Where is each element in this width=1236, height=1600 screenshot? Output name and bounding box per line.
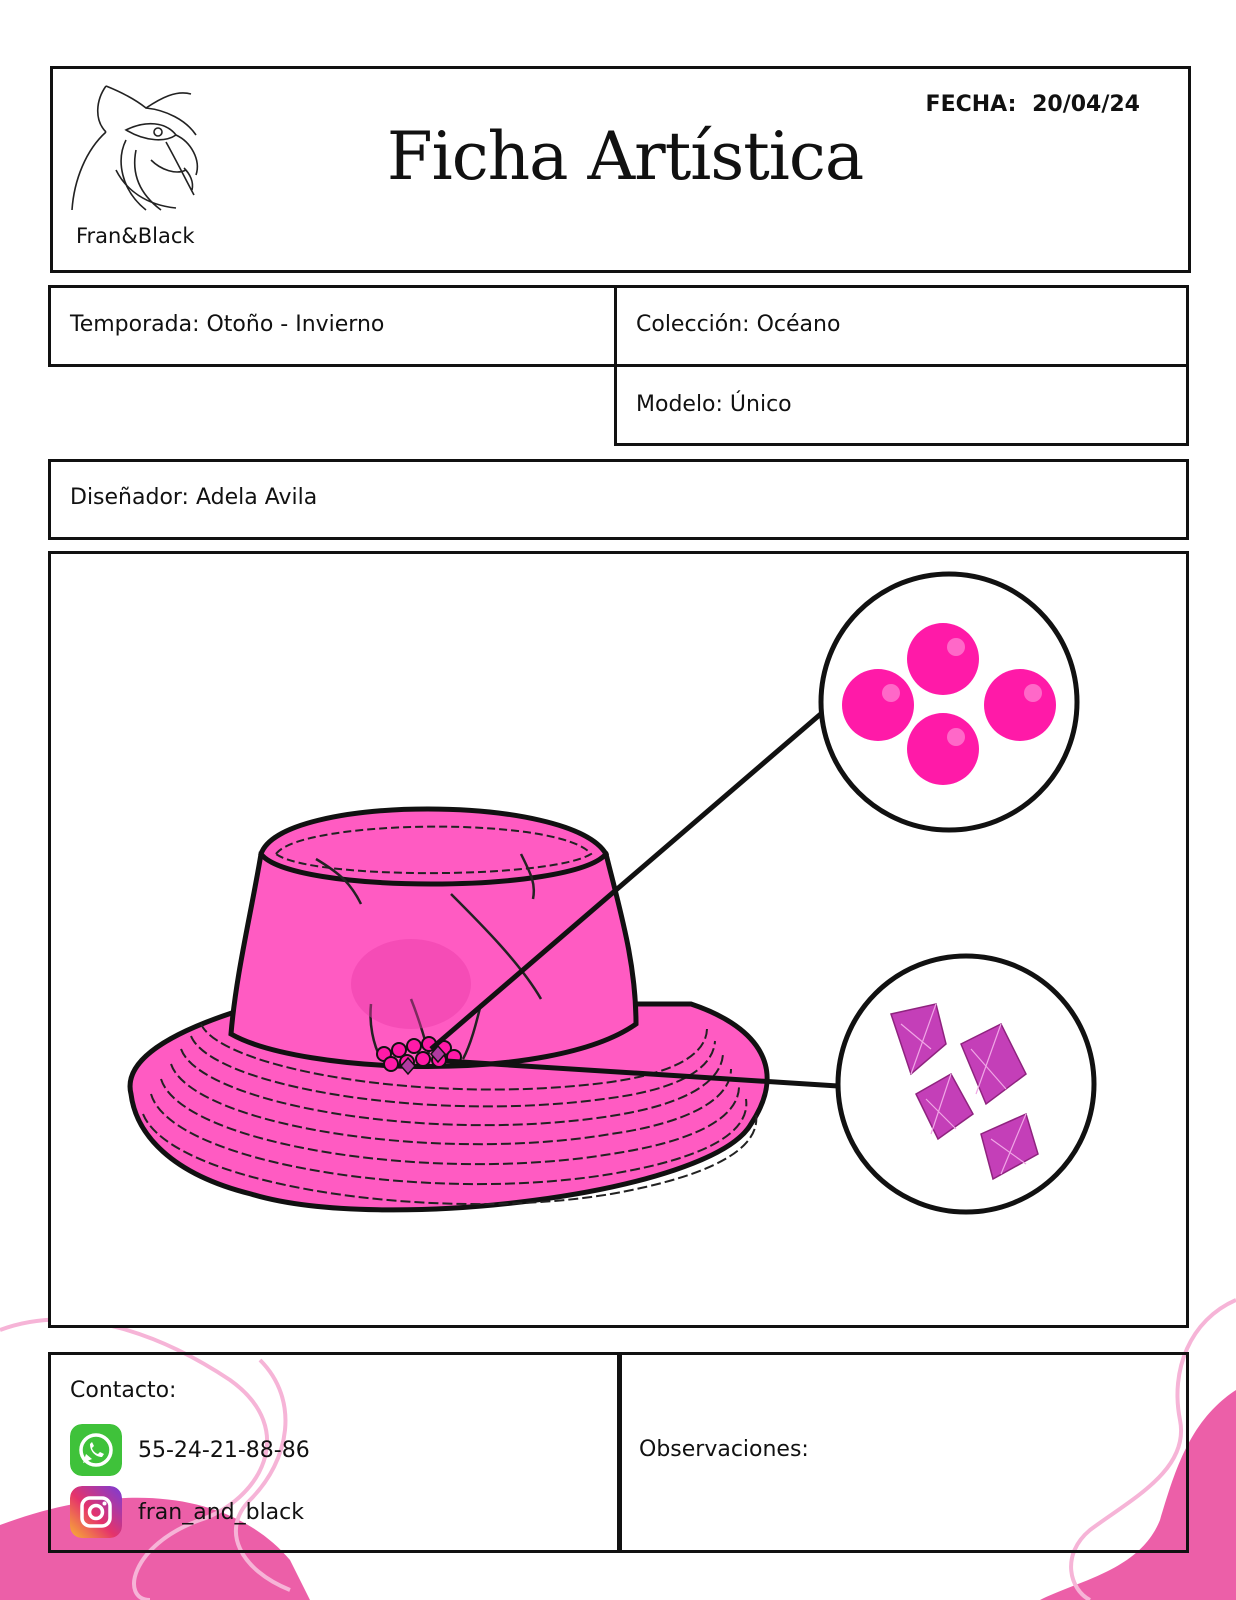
- instagram-icon[interactable]: [70, 1486, 122, 1538]
- designer-field: Diseñador: Adela Avila: [70, 485, 318, 510]
- date-field: FECHA: 20/04/24: [926, 92, 1140, 117]
- hat-illustration: [127, 571, 1097, 1215]
- season-field: Temporada: Otoño - Invierno: [70, 312, 385, 337]
- dog-logo: [71, 85, 198, 211]
- collection-field: Colección: Océano: [636, 312, 841, 337]
- brand-name: Fran&Black: [76, 224, 195, 248]
- instagram-row: fran_and_black: [70, 1486, 304, 1538]
- observations-label: Observaciones:: [639, 1437, 809, 1462]
- whatsapp-icon[interactable]: [70, 1424, 122, 1476]
- phone-row: 55-24-21-88-86: [70, 1424, 310, 1476]
- date-label: FECHA:: [925, 92, 1017, 117]
- phone-number[interactable]: 55-24-21-88-86: [138, 1438, 310, 1463]
- model-field: Modelo: Único: [636, 392, 792, 417]
- instagram-handle[interactable]: fran_and_black: [138, 1500, 304, 1525]
- date-value: 20/04/24: [1032, 92, 1140, 117]
- page-title: Ficha Artística: [386, 118, 864, 195]
- contact-title: Contacto:: [70, 1378, 177, 1403]
